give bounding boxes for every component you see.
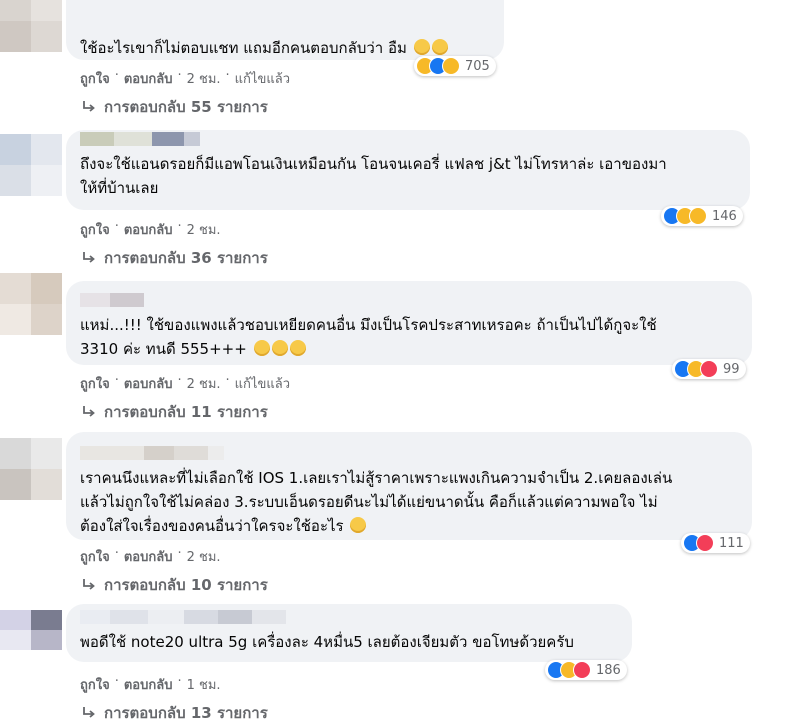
comment-bubble: แหม่...!!! ใช้ของแพงแล้วชอบเหยียดคนอื่น … bbox=[66, 281, 752, 365]
avatar[interactable] bbox=[0, 0, 62, 52]
comment-text-line: ต้องใส่ใจเรื่องของคนอื่นว่าใครจะใช้อะไร bbox=[80, 517, 344, 535]
reaction-count: 705 bbox=[465, 58, 490, 74]
reaction-count: 99 bbox=[723, 361, 740, 377]
timestamp[interactable]: 2 ชม. bbox=[187, 68, 221, 89]
like-link[interactable]: ถูกใจ bbox=[80, 219, 110, 240]
reply-arrow-icon bbox=[82, 100, 96, 114]
view-replies-link[interactable]: การตอบกลับ 11 รายการ bbox=[82, 400, 268, 424]
replies-count-label: การตอบกลับ 13 รายการ bbox=[104, 704, 268, 722]
reply-arrow-icon bbox=[82, 578, 96, 592]
reaction-count: 111 bbox=[719, 535, 744, 551]
reaction-count: 186 bbox=[596, 662, 621, 678]
comment-actions: ถูกใจ · ตอบกลับ · 2 ชม. bbox=[80, 219, 221, 240]
sad-reaction-icon bbox=[442, 57, 460, 75]
laughing-crying-emoji-icon bbox=[253, 340, 270, 356]
reply-arrow-icon bbox=[82, 405, 96, 419]
comment-text: ใช้อะไรเขาก็ไม่ตอบแชท แถมอีกคนตอบกลับว่า… bbox=[80, 39, 407, 57]
comment-text-line: 3310 ค่ะ ทนดี 555+++ bbox=[80, 340, 247, 358]
timestamp[interactable]: 2 ชม. bbox=[187, 546, 221, 567]
love-reaction-icon bbox=[696, 534, 714, 552]
reaction-summary[interactable]: 705 bbox=[414, 56, 496, 76]
like-link[interactable]: ถูกใจ bbox=[80, 546, 110, 567]
comment-bubble: เราคนนึงแหละที่ไม่เลือกใช้ IOS 1.เลยเราไ… bbox=[66, 432, 752, 540]
reply-link[interactable]: ตอบกลับ bbox=[124, 674, 173, 695]
reply-arrow-icon bbox=[82, 251, 96, 265]
comment-actions: ถูกใจ · ตอบกลับ · 2 ชม. bbox=[80, 546, 221, 567]
view-replies-link[interactable]: การตอบกลับ 10 รายการ bbox=[82, 573, 268, 597]
comment-bubble: ถึงจะใช้แอนดรอยก็มีแอพโอนเงินเหมือนกัน โ… bbox=[66, 130, 750, 210]
reaction-summary[interactable]: 186 bbox=[545, 660, 627, 680]
reaction-summary[interactable]: 146 bbox=[661, 206, 743, 226]
comment-text-line: แหม่...!!! ใช้ของแพงแล้วชอบเหยียดคนอื่น … bbox=[80, 316, 657, 334]
wow-reaction-icon bbox=[689, 207, 707, 225]
reply-link[interactable]: ตอบกลับ bbox=[124, 219, 173, 240]
neutral-face-emoji-icon bbox=[413, 39, 430, 55]
laughing-crying-emoji-icon bbox=[271, 340, 288, 356]
reaction-summary[interactable]: 99 bbox=[672, 359, 746, 379]
like-link[interactable]: ถูกใจ bbox=[80, 674, 110, 695]
like-link[interactable]: ถูกใจ bbox=[80, 68, 110, 89]
replies-count-label: การตอบกลับ 55 รายการ bbox=[104, 98, 268, 116]
replies-count-label: การตอบกลับ 10 รายการ bbox=[104, 576, 268, 594]
view-replies-link[interactable]: การตอบกลับ 36 รายการ bbox=[82, 246, 268, 270]
timestamp[interactable]: 2 ชม. bbox=[187, 219, 221, 240]
love-reaction-icon bbox=[700, 360, 718, 378]
avatar[interactable] bbox=[0, 610, 62, 650]
comment-actions: ถูกใจ · ตอบกลับ · 2 ชม. · แก้ไขแล้ว bbox=[80, 373, 290, 394]
reply-link[interactable]: ตอบกลับ bbox=[124, 546, 173, 567]
comment-text-line: ให้ที่บ้านเลย bbox=[80, 179, 159, 197]
comment-text-line: ถึงจะใช้แอนดรอยก็มีแอพโอนเงินเหมือนกัน โ… bbox=[80, 155, 667, 173]
like-link[interactable]: ถูกใจ bbox=[80, 373, 110, 394]
avatar[interactable] bbox=[0, 134, 62, 196]
grinning-sweat-emoji-icon bbox=[350, 517, 367, 533]
avatar[interactable] bbox=[0, 273, 62, 335]
reaction-summary[interactable]: 111 bbox=[681, 533, 750, 553]
replies-count-label: การตอบกลับ 11 รายการ bbox=[104, 403, 268, 421]
comment-text: พอดีใช้ note20 ultra 5g เครื่องละ 4หมื่น… bbox=[80, 633, 574, 651]
timestamp[interactable]: 2 ชม. bbox=[187, 373, 221, 394]
commenter-name[interactable] bbox=[80, 610, 618, 624]
comment-bubble: ใช้อะไรเขาก็ไม่ตอบแชท แถมอีกคนตอบกลับว่า… bbox=[66, 0, 504, 60]
commenter-name[interactable] bbox=[80, 293, 738, 307]
reply-link[interactable]: ตอบกลับ bbox=[124, 68, 173, 89]
neutral-face-emoji-icon bbox=[431, 39, 448, 55]
comment-text-line: เราคนนึงแหละที่ไม่เลือกใช้ IOS 1.เลยเราไ… bbox=[80, 469, 673, 487]
comment-bubble: พอดีใช้ note20 ultra 5g เครื่องละ 4หมื่น… bbox=[66, 604, 632, 662]
comment-actions: ถูกใจ · ตอบกลับ · 1 ชม. bbox=[80, 674, 221, 695]
laughing-crying-emoji-icon bbox=[289, 340, 306, 356]
reply-link[interactable]: ตอบกลับ bbox=[124, 373, 173, 394]
timestamp[interactable]: 1 ชม. bbox=[187, 674, 221, 695]
commenter-name[interactable] bbox=[80, 132, 736, 146]
love-reaction-icon bbox=[573, 661, 591, 679]
comment-actions: ถูกใจ · ตอบกลับ · 2 ชม. · แก้ไขแล้ว bbox=[80, 68, 290, 89]
commenter-name[interactable] bbox=[80, 446, 738, 460]
reply-arrow-icon bbox=[82, 706, 96, 720]
comment-text-line: แล้วไม่ถูกใจใช้ไม่คล่อง 3.ระบบเอ็นดรอยดี… bbox=[80, 493, 658, 511]
avatar[interactable] bbox=[0, 438, 62, 500]
edited-label[interactable]: แก้ไขแล้ว bbox=[235, 373, 290, 394]
edited-label[interactable]: แก้ไขแล้ว bbox=[235, 68, 290, 89]
replies-count-label: การตอบกลับ 36 รายการ bbox=[104, 249, 268, 267]
view-replies-link[interactable]: การตอบกลับ 13 รายการ bbox=[82, 701, 268, 725]
view-replies-link[interactable]: การตอบกลับ 55 รายการ bbox=[82, 95, 268, 119]
reaction-count: 146 bbox=[712, 208, 737, 224]
